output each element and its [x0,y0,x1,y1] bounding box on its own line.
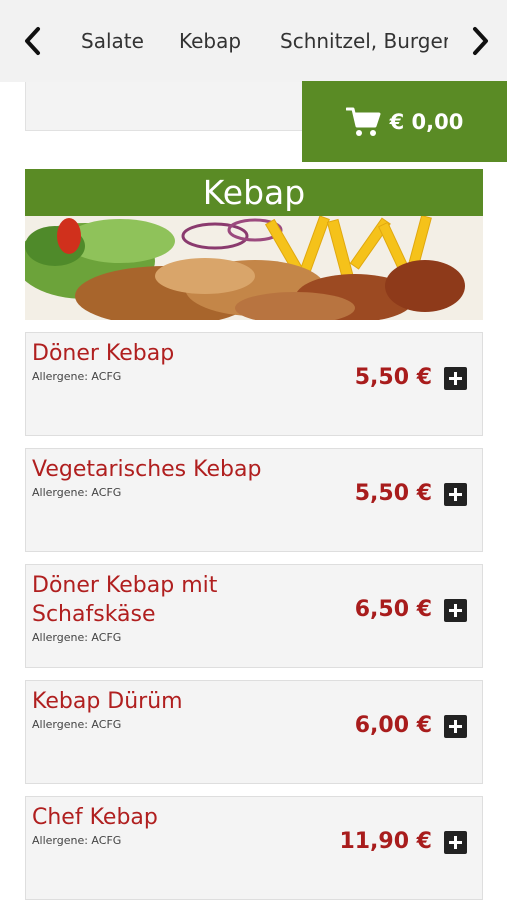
menu-item-name: Döner Kebap [32,341,175,366]
menu-item-name: Vegetarisches Kebap [32,457,262,482]
menu-item[interactable]: Döner Kebap Allergene: ACFG 5,50 € [25,332,483,436]
add-to-cart-button[interactable] [444,715,467,738]
add-to-cart-button[interactable] [444,831,467,854]
section-banner-image [25,216,483,320]
nav-item-schnitzel-burger[interactable]: Schnitzel, Burger & [280,29,448,53]
section-header: Kebap [25,169,483,216]
nav-prev-button[interactable] [17,24,47,58]
menu-item-name: Chef Kebap [32,805,158,830]
nav-item-salate[interactable]: Salate [81,29,144,53]
menu-item-allergens: Allergene: ACFG [32,718,122,731]
menu-item-price: 6,00 € [354,713,432,738]
cart-button[interactable]: € 0,00 [302,81,507,162]
menu-item-allergens: Allergene: ACFG [32,370,122,383]
add-to-cart-button[interactable] [444,367,467,390]
add-to-cart-button[interactable] [444,599,467,622]
category-nav-scroller[interactable]: Salate Kebap Schnitzel, Burger & [62,0,448,82]
menu-item-allergens: Allergene: ACFG [32,486,122,499]
menu-item-name: Döner Kebap mit Schafskäse [32,573,218,627]
menu-item[interactable]: Vegetarisches Kebap Allergene: ACFG 5,50… [25,448,483,552]
nav-item-kebap[interactable]: Kebap [179,29,241,53]
nav-next-button[interactable] [466,24,496,58]
menu-item-name: Kebap Dürüm [32,689,183,714]
menu-item-allergens: Allergene: ACFG [32,834,122,847]
shopping-cart-icon [345,107,381,136]
menu-item-price: 6,50 € [354,597,432,622]
menu-page: Salate Kebap Schnitzel, Burger & € 0,00 … [0,0,507,900]
cart-total: € 0,00 [389,109,464,134]
menu-item-price: 5,50 € [354,481,432,506]
menu-item[interactable]: Döner Kebap mit Schafskäse Allergene: AC… [25,564,483,668]
menu-item[interactable]: Kebap Dürüm Allergene: ACFG 6,00 € [25,680,483,784]
menu-item-price: 11,90 € [339,829,432,854]
add-to-cart-button[interactable] [444,483,467,506]
category-nav: Salate Kebap Schnitzel, Burger & [0,0,507,82]
section-title: Kebap [202,173,306,212]
menu-item-allergens: Allergene: ACFG [32,631,122,644]
menu-item[interactable]: Chef Kebap Allergene: ACFG 11,90 € [25,796,483,900]
chevron-left-icon [25,27,40,55]
menu-item-price: 5,50 € [354,365,432,390]
chevron-right-icon [473,27,488,55]
